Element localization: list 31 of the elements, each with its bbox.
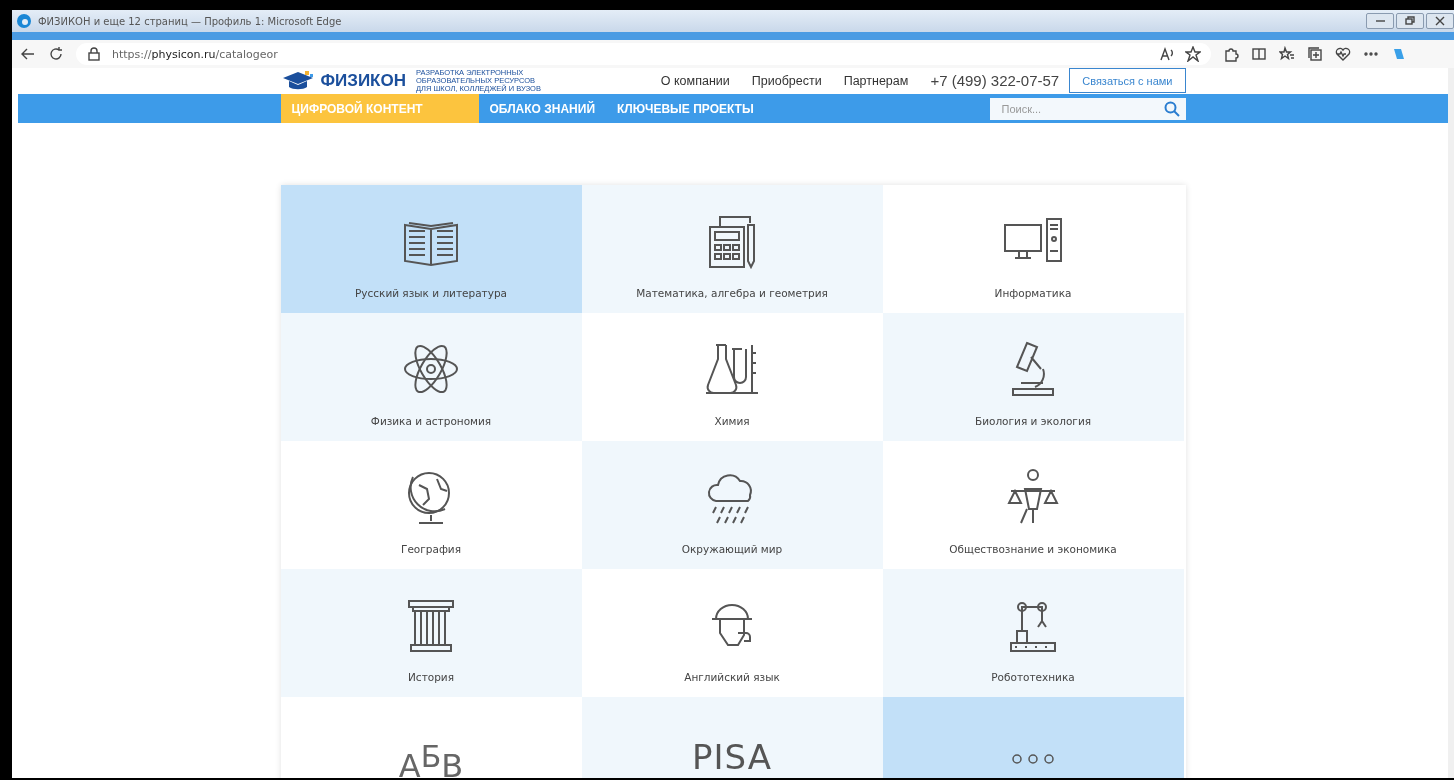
nav-link[interactable]: О компании bbox=[660, 73, 730, 88]
wordmark-logo: PISA bbox=[692, 737, 772, 777]
subject-label: География bbox=[401, 543, 461, 555]
subject-label: Информатика bbox=[994, 287, 1072, 299]
subject-label: Химия bbox=[714, 415, 750, 427]
subject-label: Английский язык bbox=[684, 671, 780, 683]
subject-label: Математика, алгебра и геометрия bbox=[636, 287, 828, 299]
subject-tile[interactable]: Математика, алгебра и геометрия bbox=[581, 185, 883, 313]
subject-tile[interactable]: Физика и астрономия bbox=[280, 313, 582, 441]
address-bar[interactable]: https://physicon.ru/catalogeor bbox=[76, 43, 1211, 65]
subject-label: Физика и астрономия bbox=[370, 415, 492, 427]
subject-tile[interactable]: PISA bbox=[581, 697, 883, 778]
subject-tile[interactable]: История bbox=[280, 569, 582, 697]
nav-link[interactable]: Приобрести bbox=[751, 73, 822, 88]
logo-text[interactable]: ФИЗИКОН bbox=[320, 70, 406, 91]
subject-label: Русский язык и литература bbox=[354, 287, 508, 299]
subject-tile[interactable]: Биология и экология bbox=[882, 313, 1184, 441]
url-text: https://physicon.ru/catalogeor bbox=[112, 47, 278, 61]
contact-button[interactable]: Связаться с нами bbox=[1069, 68, 1186, 93]
subject-label: История bbox=[408, 671, 454, 683]
subject-label: Робототехника bbox=[991, 671, 1075, 683]
subject-label: Окружающий мир bbox=[681, 543, 783, 555]
subject-label: Обществознание и экономика bbox=[949, 543, 1117, 555]
subject-tile[interactable]: Русский язык и литература bbox=[280, 185, 582, 313]
window-title: ФИЗИКОН и еще 12 страниц — Профиль 1: Microsoft Edge bbox=[38, 15, 342, 27]
subject-tile[interactable]: Окружающий мир bbox=[581, 441, 883, 569]
nav-link[interactable]: Партнерам bbox=[843, 73, 909, 88]
search-field[interactable]: Поиск... bbox=[989, 97, 1186, 120]
subject-tile[interactable]: Робототехника bbox=[882, 569, 1184, 697]
phone-number: +7 (499) 322-07-57 bbox=[930, 72, 1060, 89]
subject-label: Биология и экология bbox=[974, 415, 1092, 427]
